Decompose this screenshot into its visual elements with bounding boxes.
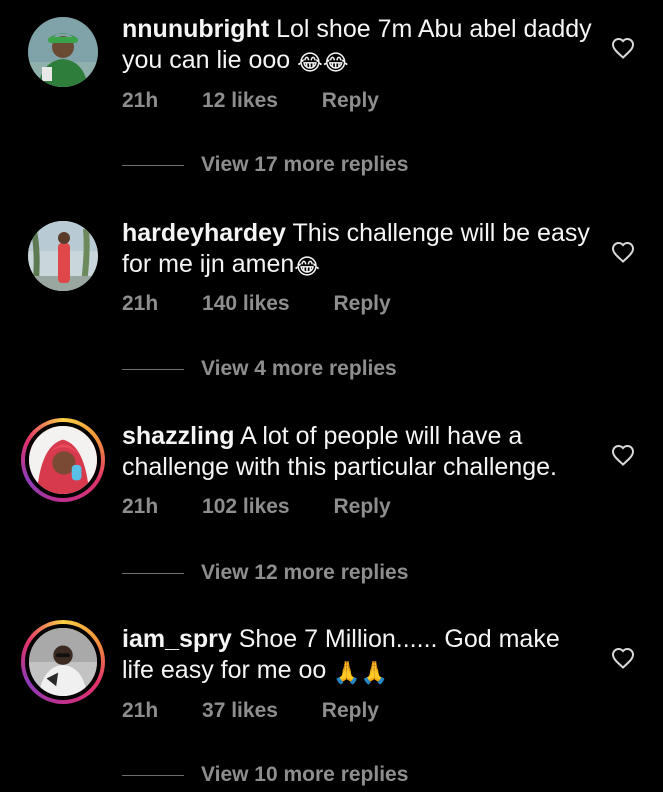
view-replies-button[interactable]: View 10 more replies <box>122 763 408 787</box>
reply-button[interactable]: Reply <box>322 89 379 113</box>
reply-button[interactable]: Reply <box>333 495 390 519</box>
avatar-image <box>28 221 98 291</box>
avatar[interactable] <box>28 221 98 291</box>
avatar-image <box>28 17 98 87</box>
avatar-story-ring[interactable] <box>21 620 105 704</box>
comment-text: iam_spry Shoe 7 Million...... God make l… <box>122 624 592 686</box>
comment-text: nnunubright Lol shoe 7m Abu abel daddy y… <box>122 14 592 76</box>
avatar[interactable] <box>28 17 98 87</box>
comment-likes[interactable]: 12 likes <box>202 89 278 113</box>
comment-likes[interactable]: 140 likes <box>202 292 290 316</box>
avatar-image <box>29 426 97 494</box>
view-replies-button[interactable]: View 12 more replies <box>122 561 408 585</box>
heart-outline-icon[interactable] <box>611 444 635 466</box>
avatar <box>25 624 101 700</box>
reply-button[interactable]: Reply <box>333 292 390 316</box>
view-replies-label: View 4 more replies <box>201 357 397 380</box>
view-replies-label: View 12 more replies <box>201 561 409 584</box>
comment-time: 21h <box>122 699 159 722</box>
divider-line <box>122 774 184 776</box>
comment-meta: 21h 102 likes Reply <box>122 495 391 519</box>
avatar-story-ring[interactable] <box>21 418 105 502</box>
comment-likes[interactable]: 102 likes <box>202 495 290 519</box>
view-replies-label: View 10 more replies <box>201 763 409 786</box>
divider-line <box>122 368 184 370</box>
comment-time: 21h <box>122 89 159 112</box>
avatar-image <box>29 628 97 696</box>
comment-username[interactable]: shazzling <box>122 422 235 450</box>
comment-time: 21h <box>122 292 159 315</box>
laughing-emoji: 😂😂 <box>297 50 349 75</box>
view-replies-button[interactable]: View 4 more replies <box>122 357 397 381</box>
comment-text: hardeyhardey This challenge will be easy… <box>122 218 592 280</box>
laughing-emoji: 😂 <box>294 254 321 279</box>
view-replies-label: View 17 more replies <box>201 153 409 176</box>
folded-hands-emoji: 🙏🙏 <box>333 660 389 685</box>
reply-button[interactable]: Reply <box>322 699 379 723</box>
comment-meta: 21h 12 likes Reply <box>122 89 379 113</box>
comment-meta: 21h 37 likes Reply <box>122 699 379 723</box>
heart-outline-icon[interactable] <box>611 37 635 59</box>
divider-line <box>122 164 184 166</box>
heart-outline-icon[interactable] <box>611 647 635 669</box>
comment-username[interactable]: iam_spry <box>122 625 232 653</box>
heart-outline-icon[interactable] <box>611 241 635 263</box>
avatar <box>25 422 101 498</box>
comment-likes[interactable]: 37 likes <box>202 699 278 723</box>
view-replies-button[interactable]: View 17 more replies <box>122 153 408 177</box>
comment-time: 21h <box>122 495 159 518</box>
comment-username[interactable]: nnunubright <box>122 15 269 43</box>
comment-username[interactable]: hardeyhardey <box>122 219 286 247</box>
comment-text: shazzling A lot of people will have a ch… <box>122 421 592 483</box>
comment-meta: 21h 140 likes Reply <box>122 292 391 316</box>
divider-line <box>122 572 184 574</box>
